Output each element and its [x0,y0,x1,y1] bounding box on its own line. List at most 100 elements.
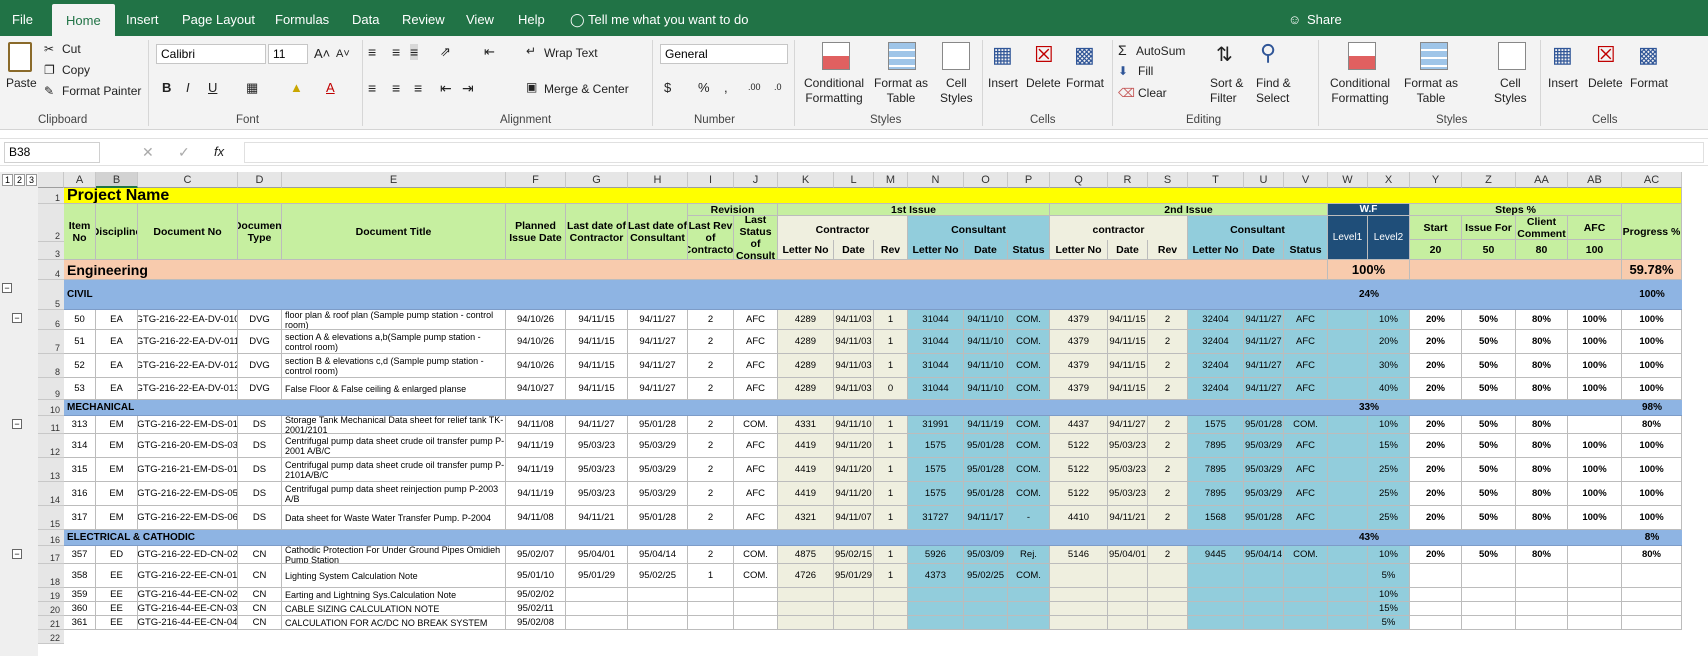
cell-P-12[interactable]: COM. [1008,434,1050,458]
percent-button[interactable]: % [698,80,710,95]
cell-I-14[interactable]: 2 [688,482,734,506]
cell-AB-17[interactable] [1568,546,1622,564]
cell-K-9[interactable]: 4289 [778,378,834,400]
cell-R-13[interactable]: 95/03/23 [1108,458,1148,482]
cell-M-8[interactable]: 1 [874,354,908,378]
format-as-table-icon[interactable] [888,42,916,70]
cell-T-18[interactable] [1188,564,1244,588]
format-as-table-button-2[interactable]: Format as Table [1404,76,1458,106]
cell-Y-21[interactable] [1410,616,1462,630]
cell-O-20[interactable] [964,602,1008,616]
cell-F-17[interactable]: 95/02/07 [506,546,566,564]
cell-K-20[interactable] [778,602,834,616]
cell-I-8[interactable]: 2 [688,354,734,378]
format-cells-icon[interactable]: ▩ [1074,42,1095,68]
cell-X-12[interactable]: 15% [1368,434,1410,458]
column-header-P[interactable]: P [1008,172,1050,188]
cell-H-11[interactable]: 95/01/28 [628,416,688,434]
cell-M-11[interactable]: 1 [874,416,908,434]
row-header-2[interactable]: 2 [38,204,64,242]
cell-AC-6[interactable]: 100% [1622,310,1682,330]
cell-F-7[interactable]: 94/10/26 [506,330,566,354]
font-color-icon[interactable]: A [326,80,335,95]
font-name-dropdown[interactable]: Calibri [156,44,266,64]
cell-D-9[interactable]: DVG [238,378,282,400]
cell-AA-17[interactable]: 80% [1516,546,1568,564]
cell-A-14[interactable]: 316 [64,482,96,506]
cell-R-21[interactable] [1108,616,1148,630]
cell-L-14[interactable]: 94/11/20 [834,482,874,506]
cell-Z-20[interactable] [1462,602,1516,616]
cell-I-11[interactable]: 2 [688,416,734,434]
cell-P-20[interactable] [1008,602,1050,616]
cell-W-12[interactable] [1328,434,1368,458]
row-header-21[interactable]: 21 [38,616,64,630]
cell-Z-19[interactable] [1462,588,1516,602]
cell-Y-11[interactable]: 20% [1410,416,1462,434]
cell-E-15[interactable]: Data sheet for Waste Water Transfer Pump… [282,506,506,530]
outline-level-3-button[interactable]: 3 [26,174,37,186]
cell-H-19[interactable] [628,588,688,602]
cell-G-19[interactable] [566,588,628,602]
column-header-V[interactable]: V [1284,172,1328,188]
cell-I-21[interactable] [688,616,734,630]
column-header-W[interactable]: W [1328,172,1368,188]
cell-N-20[interactable] [908,602,964,616]
cell-G-15[interactable]: 94/11/21 [566,506,628,530]
tab-home[interactable]: Home [52,4,115,36]
cell-Z-7[interactable]: 50% [1462,330,1516,354]
cell-F-12[interactable]: 94/11/19 [506,434,566,458]
cell-V-19[interactable] [1284,588,1328,602]
cell-E-11[interactable]: Storage Tank Mechanical Data sheet for r… [282,416,506,434]
enter-icon[interactable]: ✓ [178,144,190,161]
cell-AC-21[interactable] [1622,616,1682,630]
column-header-E[interactable]: E [282,172,506,188]
row-header-12[interactable]: 12 [38,434,64,458]
cell-U-11[interactable]: 95/01/28 [1244,416,1284,434]
cell-W-14[interactable] [1328,482,1368,506]
column-header-K[interactable]: K [778,172,834,188]
cell-F-14[interactable]: 94/11/19 [506,482,566,506]
cell-R-17[interactable]: 95/04/01 [1108,546,1148,564]
cell-B-12[interactable]: EM [96,434,138,458]
cell-C-11[interactable]: GTG-216-22-EM-DS-01 [138,416,238,434]
cell-M-15[interactable]: 1 [874,506,908,530]
cell-K-19[interactable] [778,588,834,602]
cell-AB-9[interactable]: 100% [1568,378,1622,400]
cell-R-6[interactable]: 94/11/15 [1108,310,1148,330]
font-size-dropdown[interactable]: 11 [268,44,308,64]
cell-T-20[interactable] [1188,602,1244,616]
cell-B-13[interactable]: EM [96,458,138,482]
cell-A-6[interactable]: 50 [64,310,96,330]
orientation-icon[interactable]: ⇗ [440,44,451,60]
insert-cells-icon[interactable]: ▦ [992,42,1013,68]
cell-O-7[interactable]: 94/11/10 [964,330,1008,354]
cell-I-7[interactable]: 2 [688,330,734,354]
cell-P-18[interactable]: COM. [1008,564,1050,588]
cell-E-18[interactable]: Lighting System Calculation Note [282,564,506,588]
conditional-formatting-icon-2[interactable] [1348,42,1376,70]
cell-R-18[interactable] [1108,564,1148,588]
cell-D-19[interactable]: CN [238,588,282,602]
outline-level-2-button[interactable]: 2 [14,174,25,186]
cell-AC-17[interactable]: 80% [1622,546,1682,564]
cell-D-8[interactable]: DVG [238,354,282,378]
cell-L-8[interactable]: 94/11/03 [834,354,874,378]
cell-Y-12[interactable]: 20% [1410,434,1462,458]
formula-input[interactable] [244,142,1704,163]
cell-T-7[interactable]: 32404 [1188,330,1244,354]
cell-C-6[interactable]: GTG-216-22-EA-DV-010 [138,310,238,330]
cell-H-20[interactable] [628,602,688,616]
cell-S-13[interactable]: 2 [1148,458,1188,482]
cell-AB-13[interactable]: 100% [1568,458,1622,482]
cell-AB-20[interactable] [1568,602,1622,616]
cell-B-6[interactable]: EA [96,310,138,330]
row-header-5[interactable]: 5 [38,280,64,310]
row-header-6[interactable]: 6 [38,310,64,330]
cell-S-19[interactable] [1148,588,1188,602]
cell-D-18[interactable]: CN [238,564,282,588]
find-magnifier-icon[interactable]: ⚲ [1260,40,1276,66]
cell-T-12[interactable]: 7895 [1188,434,1244,458]
row-header-16[interactable]: 16 [38,530,64,546]
cell-K-12[interactable]: 4419 [778,434,834,458]
